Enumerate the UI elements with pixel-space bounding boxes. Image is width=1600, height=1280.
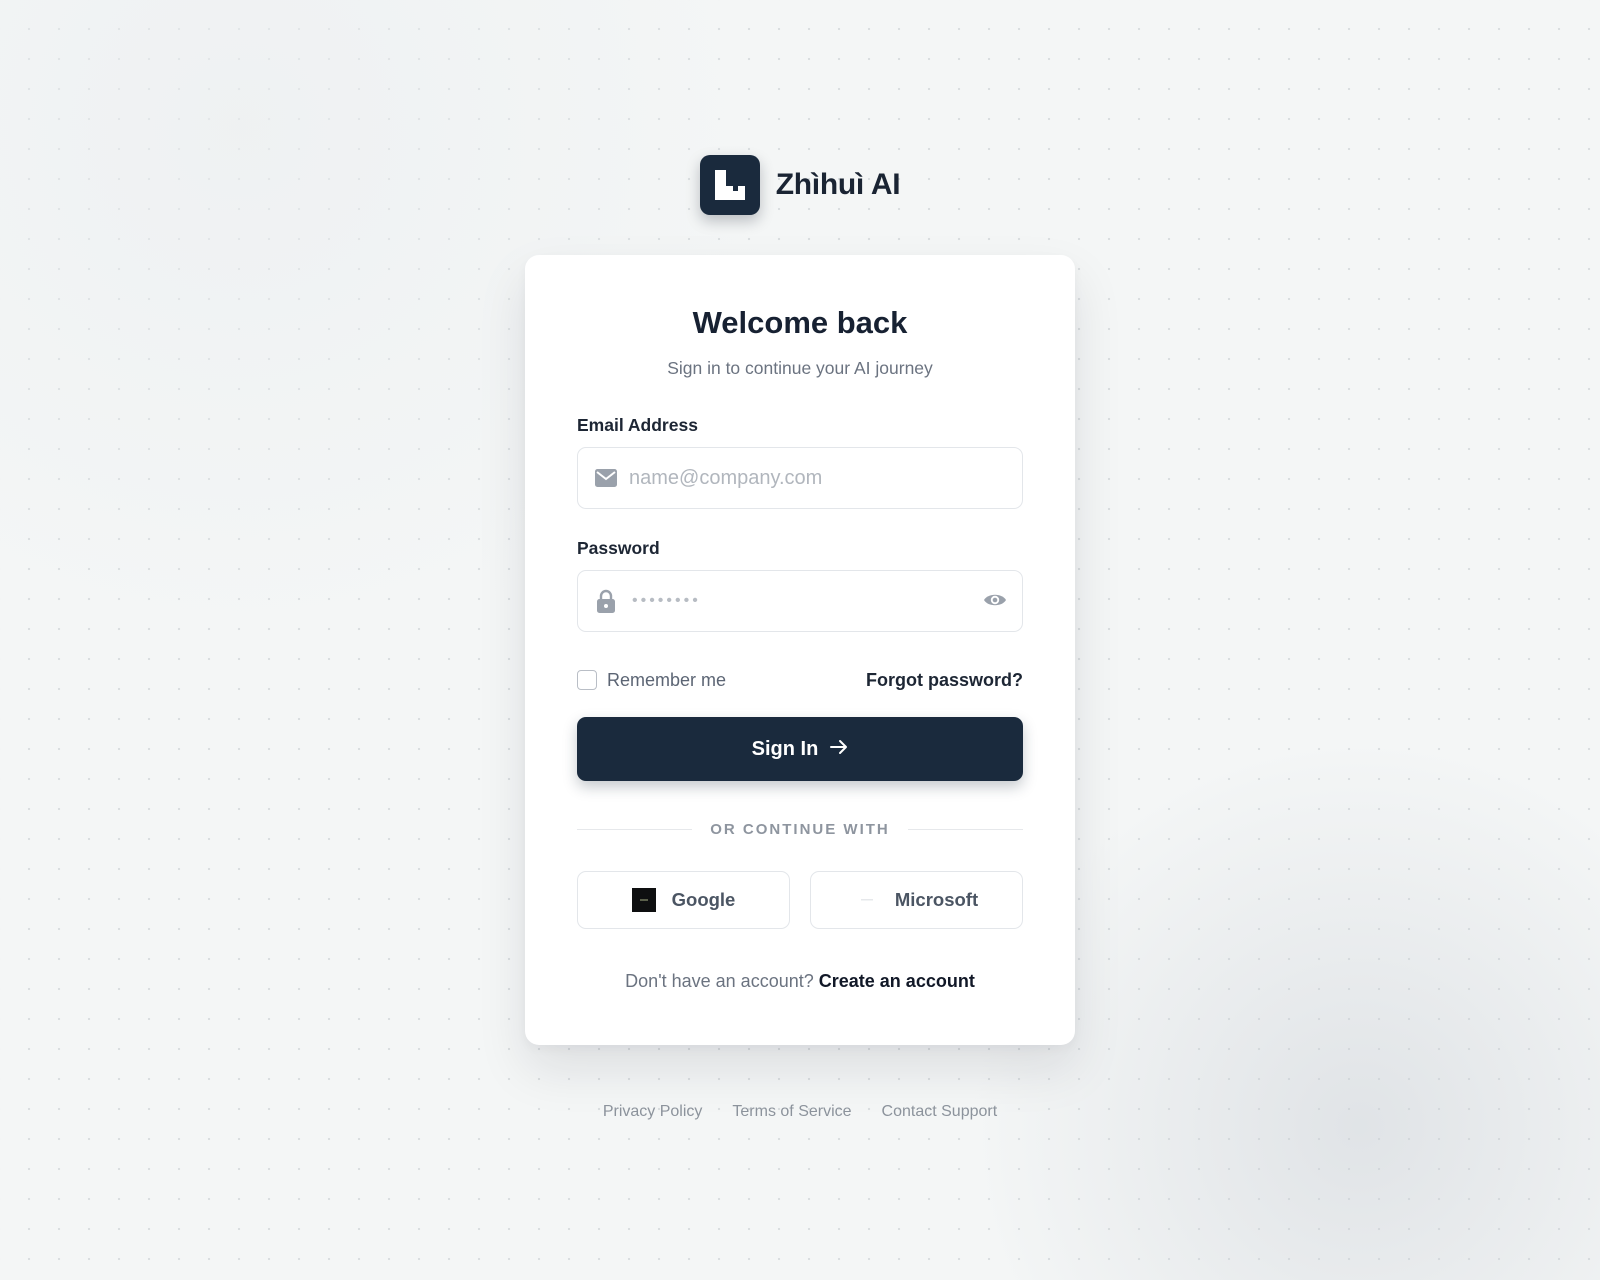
brand-logo-icon <box>699 155 760 215</box>
divider-line <box>907 828 1023 830</box>
password-field[interactable]: •••••••• <box>577 570 1023 632</box>
remember-me[interactable]: Remember me <box>577 670 726 691</box>
create-account-link[interactable]: Create an account <box>819 971 975 991</box>
divider-label: OR CONTINUE WITH <box>710 820 890 838</box>
eye-icon[interactable] <box>982 587 1008 613</box>
password-input[interactable]: •••••••• <box>632 592 701 610</box>
remember-me-label: Remember me <box>607 669 727 690</box>
forgot-password-link[interactable]: Forgot password? <box>866 670 1023 691</box>
signup-prompt-text: Don't have an account? <box>625 971 814 991</box>
sign-in-button[interactable]: Sign In <box>577 717 1023 781</box>
google-label: Google <box>671 889 736 910</box>
google-icon <box>631 888 656 912</box>
microsoft-sign-in-button[interactable]: Microsoft <box>810 871 1023 929</box>
footer-link-terms[interactable]: Terms of Service <box>732 1103 851 1121</box>
brand-header: Zhìhuì AI <box>0 155 1600 215</box>
login-options: Remember me Forgot password? <box>577 667 1023 693</box>
email-label: Email Address <box>577 415 698 435</box>
brand-name: Zhìhuì AI <box>775 168 901 201</box>
microsoft-label: Microsoft <box>894 889 979 910</box>
footer-links: Privacy Policy Terms of Service Contact … <box>0 1103 1600 1121</box>
google-sign-in-button[interactable]: Google <box>577 871 790 929</box>
password-label: Password <box>577 538 660 558</box>
microsoft-icon <box>855 888 879 912</box>
page-title: Welcome back <box>692 305 908 340</box>
email-field[interactable] <box>577 447 1023 509</box>
mail-icon <box>594 466 618 490</box>
sign-in-label: Sign In <box>751 737 819 760</box>
social-divider: OR CONTINUE WITH <box>577 819 1023 839</box>
email-input[interactable] <box>629 466 959 490</box>
divider-line <box>577 828 693 830</box>
remember-me-checkbox[interactable] <box>577 670 597 690</box>
footer-link-privacy[interactable]: Privacy Policy <box>603 1103 703 1121</box>
footer-link-support[interactable]: Contact Support <box>882 1103 998 1121</box>
page-subtitle: Sign in to continue your AI journey <box>667 358 933 378</box>
signup-prompt: Don't have an account? Create an account <box>577 971 1023 992</box>
lock-icon <box>594 589 618 613</box>
login-card: Welcome back Sign in to continue your AI… <box>525 255 1075 1045</box>
arrow-right-icon <box>830 738 848 761</box>
